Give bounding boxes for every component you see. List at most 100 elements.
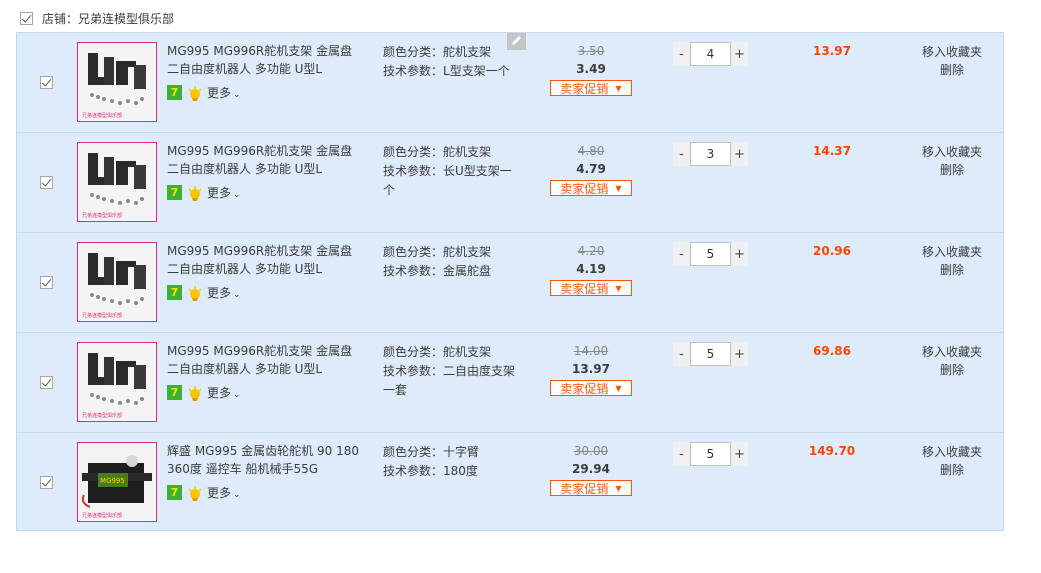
- sku-attributes: 颜色分类：舵机支架 技术参数：金属舵盘: [383, 243, 523, 281]
- product-title[interactable]: 辉盛 MG995 金属齿轮舵机 90 180 360度 遥控车 船机械手55G: [167, 442, 362, 478]
- spec-value: 180度: [443, 464, 478, 478]
- chevron-down-icon: ▼: [615, 283, 622, 293]
- move-to-favorites-link[interactable]: 移入收藏夹: [912, 243, 992, 261]
- quantity-stepper: - 5 +: [673, 442, 748, 466]
- spec-value: L型支架一个: [443, 64, 510, 78]
- seven-day-return-icon[interactable]: 7: [167, 485, 182, 500]
- decrease-button[interactable]: -: [673, 42, 690, 66]
- quantity-input[interactable]: 5: [690, 442, 731, 466]
- decrease-button[interactable]: -: [673, 342, 690, 366]
- quantity-input[interactable]: 4: [690, 42, 731, 66]
- quantity-stepper: - 3 +: [673, 142, 748, 166]
- sun-badge-icon[interactable]: [187, 385, 203, 401]
- promo-dropdown[interactable]: 卖家促销 ▼: [550, 380, 632, 396]
- decrease-button[interactable]: -: [673, 142, 690, 166]
- move-to-favorites-link[interactable]: 移入收藏夹: [912, 343, 992, 361]
- product-title[interactable]: MG995 MG996R舵机支架 金属盘 二自由度机器人 多功能 U型L: [167, 142, 362, 178]
- cart-item-row: 兄弟连模型俱乐部 MG995 MG996R舵机支架 金属盘 二自由度机器人 多功…: [17, 33, 1003, 133]
- color-value: 舵机支架: [443, 45, 492, 59]
- more-services-link[interactable]: 更多 ⌄: [207, 284, 241, 301]
- delete-link[interactable]: 删除: [912, 161, 992, 179]
- product-thumbnail[interactable]: 兄弟连模型俱乐部: [77, 142, 157, 222]
- color-label: 颜色分类：: [383, 45, 444, 59]
- seven-day-return-icon[interactable]: 7: [167, 185, 182, 200]
- more-services-link[interactable]: 更多 ⌄: [207, 184, 241, 201]
- promo-label: 卖家促销: [560, 381, 609, 396]
- decrease-button[interactable]: -: [673, 242, 690, 266]
- item-checkbox[interactable]: [40, 276, 53, 289]
- chevron-down-icon: ⌄: [233, 290, 241, 300]
- seven-day-return-icon[interactable]: 7: [167, 85, 182, 100]
- promo-dropdown[interactable]: 卖家促销 ▼: [550, 480, 632, 496]
- row-actions: 移入收藏夹 删除: [912, 343, 992, 379]
- chevron-down-icon: ▼: [615, 483, 622, 493]
- price-cell: 4.20 4.19 卖家促销 ▼: [550, 242, 632, 296]
- product-thumbnail[interactable]: 兄弟连模型俱乐部: [77, 242, 157, 322]
- color-value: 舵机支架: [443, 345, 492, 359]
- item-checkbox[interactable]: [40, 176, 53, 189]
- move-to-favorites-link[interactable]: 移入收藏夹: [912, 143, 992, 161]
- quantity-input[interactable]: 3: [690, 142, 731, 166]
- spec-label: 技术参数：: [383, 64, 444, 78]
- decrease-button[interactable]: -: [673, 442, 690, 466]
- more-services-link[interactable]: 更多 ⌄: [207, 384, 241, 401]
- increase-button[interactable]: +: [731, 142, 748, 166]
- edit-sku-icon[interactable]: [507, 33, 526, 50]
- current-price: 4.79: [576, 162, 606, 176]
- seven-day-return-icon[interactable]: 7: [167, 385, 182, 400]
- shop-checkbox[interactable]: [20, 11, 33, 25]
- sun-badge-icon[interactable]: [187, 485, 203, 501]
- bracket-photo-icon: 兄弟连模型俱乐部: [78, 343, 156, 421]
- price-cell: 30.00 29.94 卖家促销 ▼: [550, 442, 632, 496]
- row-actions: 移入收藏夹 删除: [912, 443, 992, 479]
- promo-label: 卖家促销: [560, 281, 609, 296]
- bracket-photo-icon: 兄弟连模型俱乐部: [78, 243, 156, 321]
- spec-label: 技术参数：: [383, 464, 444, 478]
- move-to-favorites-link[interactable]: 移入收藏夹: [912, 43, 992, 61]
- cart-item-row: 兄弟连模型俱乐部 MG995 MG996R舵机支架 金属盘 二自由度机器人 多功…: [17, 233, 1003, 333]
- product-title[interactable]: MG995 MG996R舵机支架 金属盘 二自由度机器人 多功能 U型L: [167, 242, 362, 278]
- product-title[interactable]: MG995 MG996R舵机支架 金属盘 二自由度机器人 多功能 U型L: [167, 342, 362, 378]
- promo-label: 卖家促销: [560, 181, 609, 196]
- quantity-stepper: - 5 +: [673, 342, 748, 366]
- delete-link[interactable]: 删除: [912, 361, 992, 379]
- delete-link[interactable]: 删除: [912, 461, 992, 479]
- shop-name[interactable]: 店铺：兄弟连模型俱乐部: [42, 10, 174, 27]
- sun-badge-icon[interactable]: [187, 185, 203, 201]
- color-value: 舵机支架: [443, 245, 492, 259]
- delete-link[interactable]: 删除: [912, 261, 992, 279]
- product-thumbnail[interactable]: 兄弟连模型俱乐部: [77, 342, 157, 422]
- subtotal: 69.86: [813, 344, 851, 358]
- product-thumbnail[interactable]: 兄弟连模型俱乐部: [77, 42, 157, 122]
- item-checkbox[interactable]: [40, 76, 53, 89]
- sun-badge-icon[interactable]: [187, 85, 203, 101]
- quantity-input[interactable]: 5: [690, 342, 731, 366]
- original-price: 30.00: [573, 444, 609, 458]
- quantity-input[interactable]: 5: [690, 242, 731, 266]
- price-cell: 14.00 13.97 卖家促销 ▼: [550, 342, 632, 396]
- item-checkbox[interactable]: [40, 476, 53, 489]
- service-badges: 7 更多 ⌄: [167, 484, 241, 501]
- sun-badge-icon[interactable]: [187, 285, 203, 301]
- increase-button[interactable]: +: [731, 342, 748, 366]
- product-title[interactable]: MG995 MG996R舵机支架 金属盘 二自由度机器人 多功能 U型L: [167, 42, 362, 78]
- move-to-favorites-link[interactable]: 移入收藏夹: [912, 443, 992, 461]
- increase-button[interactable]: +: [731, 242, 748, 266]
- chevron-down-icon: ▼: [615, 83, 622, 93]
- more-services-link[interactable]: 更多 ⌄: [207, 484, 241, 501]
- promo-dropdown[interactable]: 卖家促销 ▼: [550, 80, 632, 96]
- promo-dropdown[interactable]: 卖家促销 ▼: [550, 180, 632, 196]
- promo-dropdown[interactable]: 卖家促销 ▼: [550, 280, 632, 296]
- increase-button[interactable]: +: [731, 442, 748, 466]
- spec-label: 技术参数：: [383, 164, 444, 178]
- seven-day-return-icon[interactable]: 7: [167, 285, 182, 300]
- more-services-link[interactable]: 更多 ⌄: [207, 84, 241, 101]
- item-checkbox[interactable]: [40, 376, 53, 389]
- svg-text:兄弟连模型俱乐部: 兄弟连模型俱乐部: [82, 412, 122, 419]
- product-thumbnail[interactable]: MG995 兄弟连模型俱乐部: [77, 442, 157, 522]
- delete-link[interactable]: 删除: [912, 61, 992, 79]
- increase-button[interactable]: +: [731, 42, 748, 66]
- cart-item-list: 兄弟连模型俱乐部 MG995 MG996R舵机支架 金属盘 二自由度机器人 多功…: [16, 32, 1004, 531]
- spec-label: 技术参数：: [383, 264, 444, 278]
- spec-label: 技术参数：: [383, 364, 444, 378]
